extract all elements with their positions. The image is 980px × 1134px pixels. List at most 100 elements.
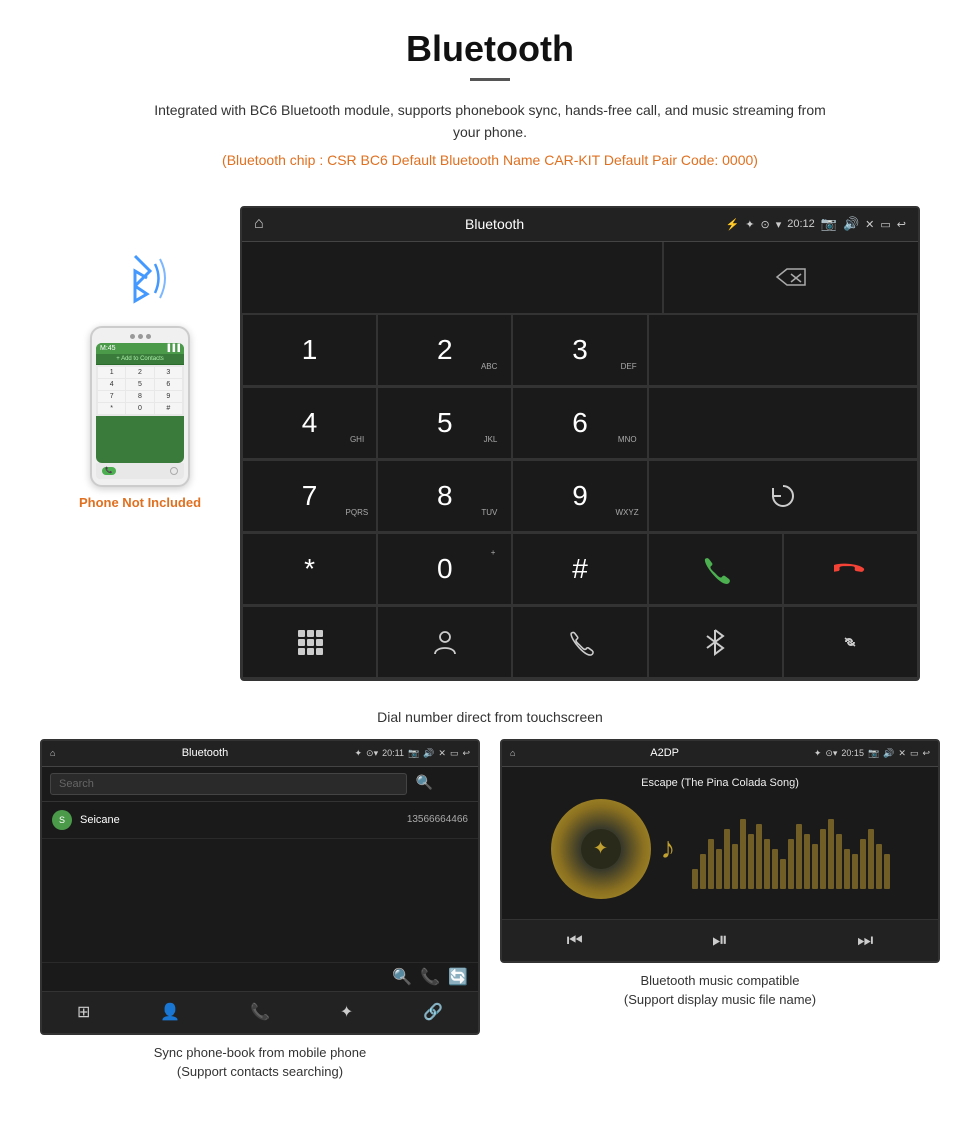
page-description: Integrated with BC6 Bluetooth module, su… [140,99,840,144]
hangup-button[interactable] [783,533,918,605]
next-track-icon[interactable]: ⏭ [857,930,873,951]
dial-5-sub: JKL [484,435,498,444]
dial-key-5[interactable]: 5 JKL [377,387,512,459]
dial-key-8[interactable]: 8 TUV [377,460,512,532]
pb-phone-icon[interactable]: 📞 [250,1002,270,1022]
pb-link-icon[interactable]: 🔗 [423,1002,443,1022]
title-divider [470,78,510,81]
phonebook-call-action[interactable]: 📞 [420,967,440,987]
call-button[interactable] [648,533,783,605]
dial-9-sub: WXYZ [615,508,638,517]
music-screen: ⌂ A2DP ✦ ⊙▾ 20:15 📷 🔊 ✕ ▭ ↩ Escape (The … [500,739,940,963]
phone-key-hash: # [155,403,182,414]
home-icon[interactable]: ⌂ [254,215,264,233]
camera-icon[interactable]: 📷 [821,216,837,232]
dial-row-3: 7 PQRS 8 TUV 9 WXYZ [242,460,918,533]
signal-icon: ▾ [776,218,782,231]
dial-key-star[interactable]: * [242,533,377,605]
dial-key-2[interactable]: 2 ABC [377,314,512,386]
contact-avatar: S [52,810,72,830]
phonebook-vol[interactable]: 🔊 [423,748,434,759]
phonebook-back[interactable]: ↩ [462,748,470,759]
pb-person-icon[interactable]: 👤 [160,1002,180,1022]
music-win[interactable]: ▭ [910,748,919,759]
contact-name: Seicane [80,814,407,826]
dial-key-9[interactable]: 9 WXYZ [512,460,647,532]
phonebook-win[interactable]: ▭ [450,748,459,759]
phonebook-cam[interactable]: 📷 [408,748,419,759]
eq-bar [748,834,754,889]
phone-contacts-label: + Add to Contacts [96,354,184,365]
phone-icon-button[interactable] [512,606,647,678]
eq-bar [724,829,730,889]
car-screen-header: ⌂ Bluetooth ⚡ ✦ ⊙ ▾ 20:12 📷 🔊 ✕ ▭ ↩ [242,208,918,242]
music-home-icon[interactable]: ⌂ [510,748,515,758]
dial-key-hash[interactable]: # [512,533,647,605]
bluetooth-signal-graphic [100,246,180,326]
back-icon[interactable]: ↩ [897,218,906,231]
phonebook-close[interactable]: ✕ [438,748,446,759]
music-back[interactable]: ↩ [922,748,930,759]
backspace-button[interactable] [663,242,918,313]
close-icon[interactable]: ✕ [865,218,874,231]
music-disc: ✦ [551,799,651,899]
phonebook-search-action[interactable]: 🔍 [392,967,412,987]
music-cam[interactable]: 📷 [868,748,879,759]
phonebook-action-icons: 🔍 📞 🔄 [42,962,478,991]
phone-key-2: 2 [126,367,153,378]
dial-key-3[interactable]: 3 DEF [512,314,647,386]
dial-key-6[interactable]: 6 MNO [512,387,647,459]
bluetooth-icon-button[interactable] [648,606,783,678]
dialpad-icon-button[interactable] [242,606,377,678]
backspace-icon [773,265,809,289]
music-art-area: ✦ ♪ [512,799,928,899]
play-pause-icon[interactable]: ⏯ [712,929,728,952]
music-header: ⌂ A2DP ✦ ⊙▾ 20:15 📷 🔊 ✕ ▭ ↩ [502,741,938,767]
dial-4-sub: GHI [350,435,364,444]
music-vol[interactable]: 🔊 [883,748,894,759]
phonebook-item: ⌂ Bluetooth ✦ ⊙▾ 20:11 📷 🔊 ✕ ▭ ↩ Search … [40,739,480,1082]
phonebook-search-field[interactable]: Search [50,773,407,795]
dial-key-1[interactable]: 1 [242,314,377,386]
phonebook-content: S Seicane 13566664466 [42,802,478,962]
eq-bar [868,829,874,889]
main-section: M:45 ▐▐▐ + Add to Contacts 1 2 3 4 5 6 7… [0,196,980,691]
dial-7-sub: PQRS [346,508,369,517]
dial-key-7[interactable]: 7 PQRS [242,460,377,532]
dial-key-0[interactable]: 0 + [377,533,512,605]
car-screen-title: Bluetooth [465,216,524,232]
prev-track-icon[interactable]: ⏮ [567,930,583,951]
phonebook-home-icon[interactable]: ⌂ [50,748,55,758]
music-song-title: Escape (The Pina Colada Song) [512,777,928,789]
music-close[interactable]: ✕ [898,748,906,759]
pb-bt-icon[interactable]: ✦ [340,1002,353,1022]
phonebook-bt: ✦ [354,748,362,759]
eq-bar [756,824,762,889]
phone-illustration: M:45 ▐▐▐ + Add to Contacts 1 2 3 4 5 6 7… [60,246,220,510]
dial-bottom-bar [242,606,918,679]
volume-icon[interactable]: 🔊 [843,216,859,232]
dial-refresh-button[interactable] [648,460,918,532]
bt-icon: ✦ [745,218,754,231]
settings-icon-button[interactable] [783,606,918,678]
eq-bar [812,844,818,889]
car-header-left: ⌂ [254,215,264,233]
contacts-icon-button[interactable] [377,606,512,678]
dial-key-4[interactable]: 4 GHI [242,387,377,459]
dial-empty-1 [648,314,918,386]
phonebook-time: 20:11 [382,748,404,758]
phone-notch [96,334,184,339]
contact-row[interactable]: S Seicane 13566664466 [42,802,478,839]
phone-key-0: 0 [126,403,153,414]
eq-bar [820,829,826,889]
music-time: 20:15 [841,748,864,758]
car-dial-screen: ⌂ Bluetooth ⚡ ✦ ⊙ ▾ 20:12 📷 🔊 ✕ ▭ ↩ [240,206,920,681]
phone-not-included-label: Phone Not Included [79,495,201,510]
pb-grid-icon[interactable]: ⊞ [77,1002,90,1022]
phonebook-refresh-action[interactable]: 🔄 [448,967,468,987]
window-icon[interactable]: ▭ [880,218,890,231]
phonebook-header-right: ✦ ⊙▾ 20:11 📷 🔊 ✕ ▭ ↩ [354,748,470,759]
music-header-left: ⌂ [510,748,515,758]
search-icon[interactable]: 🔍 [415,774,432,790]
music-signal: ⊙▾ [825,748,837,759]
